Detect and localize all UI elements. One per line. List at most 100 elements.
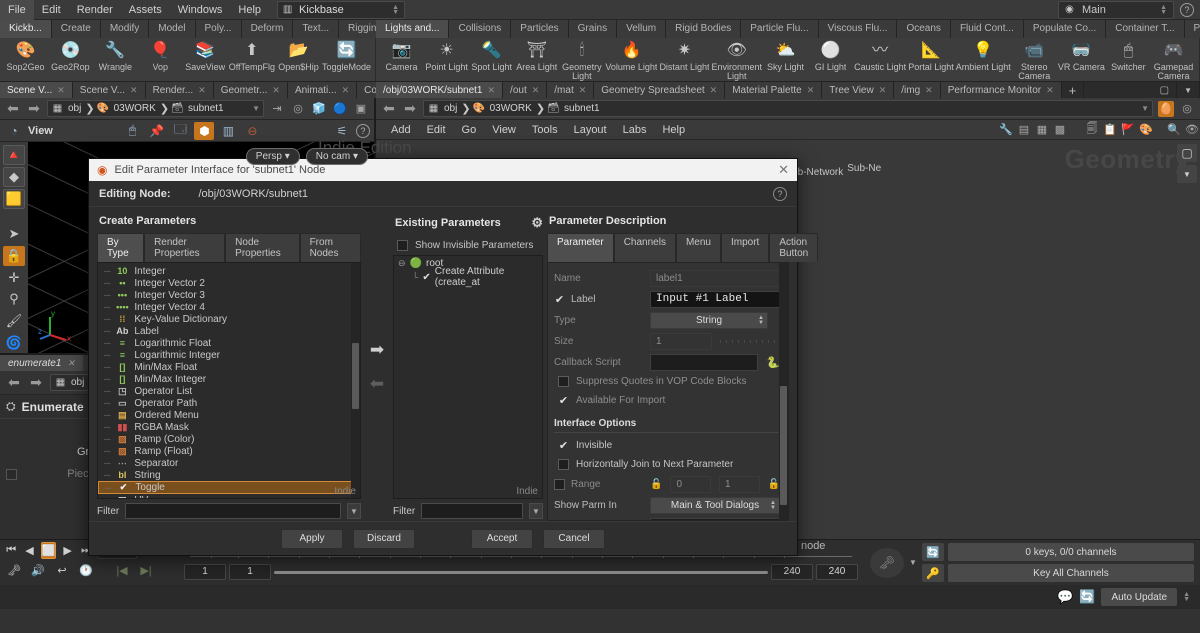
list-item[interactable]: ─ ▤ Ordered Menu bbox=[98, 409, 360, 421]
pane-tab-tree-view[interactable]: Tree View ✕ bbox=[822, 82, 895, 98]
shelf-tab-vellum[interactable]: Vellum bbox=[617, 20, 667, 38]
label-field[interactable]: Input #1 Label bbox=[650, 291, 780, 308]
menu-help[interactable]: Help bbox=[230, 0, 269, 20]
list-item[interactable]: ─ ≡ Logarithmic Float bbox=[98, 337, 360, 349]
net-pin-icon[interactable]: 🥚 bbox=[1158, 100, 1174, 117]
description-scrollbar[interactable] bbox=[779, 263, 788, 520]
shelf-tab-viscousfluids[interactable]: Viscous Flu... bbox=[818, 20, 898, 38]
shelf-item-spot-light[interactable]: 🔦 Spot Light bbox=[470, 40, 513, 72]
list-item[interactable]: ─ 10 Integer bbox=[98, 265, 360, 277]
net-menu-caret-icon[interactable]: ▼ bbox=[1177, 165, 1197, 183]
main-viewport-selector[interactable]: ◉ Main ▲ ▼ bbox=[1058, 0, 1174, 19]
pane-menu-icon-right[interactable]: ▼ bbox=[1177, 82, 1200, 98]
tree-row-create-attribute[interactable]: └ ✔ Create Attribute (create_at bbox=[394, 266, 542, 288]
list-item[interactable]: ─ ◳ Operator List bbox=[98, 385, 360, 397]
range-start-field[interactable]: 1 bbox=[184, 564, 226, 580]
size-field[interactable]: 1 bbox=[650, 333, 712, 350]
desktop-selector[interactable]: ▥ Kickbase ▲ ▼ bbox=[277, 0, 406, 19]
comment-icon[interactable]: 💬 bbox=[1057, 589, 1073, 605]
geometry-display-icon[interactable]: 🧊 bbox=[311, 101, 327, 117]
net-tool-list-icon[interactable]: ▤ bbox=[1016, 122, 1032, 138]
range-min-field[interactable]: 0 bbox=[670, 476, 711, 493]
select-arrow-icon[interactable]: ➤ bbox=[3, 224, 25, 244]
shelf-tab-populate[interactable]: Populate Co... bbox=[1023, 20, 1107, 38]
menu-file[interactable]: File bbox=[0, 0, 34, 20]
net-breadcrumb-obj[interactable]: obj bbox=[442, 103, 459, 114]
close-icon[interactable]: ✕ bbox=[272, 85, 280, 96]
suppress-quotes-checkbox[interactable] bbox=[558, 376, 569, 387]
shelf-item-stereo-camera[interactable]: 📹 Stereo Camera bbox=[1013, 40, 1056, 81]
tab-by-type[interactable]: By Type bbox=[97, 233, 145, 262]
clock-icon[interactable]: 🕐 bbox=[76, 562, 96, 579]
persp-selector[interactable]: Persp ▾ bbox=[245, 148, 300, 165]
list-item[interactable]: ─ ≡ Logarithmic Integer bbox=[98, 349, 360, 361]
shelf-tab-particlefluids[interactable]: Particle Flu... bbox=[741, 20, 819, 38]
list-scrollbar-thumb[interactable] bbox=[352, 342, 359, 409]
net-menu-tools[interactable]: Tools bbox=[525, 120, 565, 140]
key-all-channels-selector[interactable]: Key All Channels bbox=[947, 564, 1194, 582]
shelf-item-switcher[interactable]: 🖱 Switcher bbox=[1107, 40, 1150, 72]
net-tool-copy-icon[interactable]: 🗐 bbox=[1084, 122, 1100, 138]
auto-update-spinner-icon[interactable]: ▲ ▼ bbox=[1183, 591, 1192, 603]
keyframe-channels-icon[interactable]: 🔄 bbox=[921, 543, 944, 561]
net-menu-layout[interactable]: Layout bbox=[567, 120, 614, 140]
shelf-tab-particles[interactable]: Particles bbox=[511, 20, 569, 38]
pin-icon[interactable]: ⇥ bbox=[269, 101, 285, 117]
pane-tab-subnet1[interactable]: /obj/03WORK/subnet1 ✕ bbox=[376, 82, 504, 98]
shelf-item-geometry-light[interactable]: 🕯 Geometry Light bbox=[560, 40, 603, 81]
menu-windows[interactable]: Windows bbox=[170, 0, 231, 20]
param-forward-arrow-icon[interactable]: ➡ bbox=[28, 374, 44, 391]
tab-node-properties[interactable]: Node Properties bbox=[225, 233, 300, 262]
net-forward-arrow-icon[interactable]: ➡ bbox=[402, 100, 418, 117]
description-scrollbar-thumb[interactable] bbox=[780, 386, 787, 505]
shelf-tab-text[interactable]: Text... bbox=[293, 20, 340, 38]
tab-parameter[interactable]: Parameter bbox=[547, 233, 614, 262]
list-item[interactable]: ─ ▨ Ramp (Float) bbox=[98, 445, 360, 457]
param-back-arrow-icon[interactable]: ⬅ bbox=[6, 374, 22, 391]
view-settings-icon[interactable]: ⚟ bbox=[332, 122, 352, 140]
shelf-item-volume-light[interactable]: 🔥 Volume Light bbox=[605, 40, 657, 72]
display-options-icon[interactable]: 🗔 bbox=[170, 122, 190, 140]
pane-tab-scene-view-2[interactable]: Scene V... ✕ bbox=[72, 82, 146, 98]
jump-start-icon[interactable]: ⏮ bbox=[4, 542, 18, 559]
shelf-tab-grains[interactable]: Grains bbox=[568, 20, 618, 38]
breadcrumb-obj[interactable]: obj bbox=[66, 103, 83, 114]
close-icon[interactable]: ✕ bbox=[57, 85, 65, 96]
shelf-item-point-light[interactable]: ☀ Point Light bbox=[425, 40, 468, 72]
net-layout-icon[interactable]: ▢ bbox=[1177, 144, 1197, 162]
net-breadcrumb-dropdown-icon[interactable]: ▼ bbox=[1141, 104, 1149, 113]
camera-selector[interactable]: No cam ▾ bbox=[305, 148, 368, 165]
list-item[interactable]: ─ Ab Label bbox=[98, 325, 360, 337]
undo-icon[interactable]: ↩ bbox=[52, 562, 72, 579]
shelf-tab-kickb[interactable]: Kickb... bbox=[0, 20, 52, 38]
paint-icon[interactable]: 🖌 bbox=[3, 311, 25, 331]
pane-tab-performance-monitor[interactable]: Performance Monitor ✕ bbox=[940, 82, 1062, 98]
close-icon[interactable]: ✕ bbox=[488, 85, 496, 96]
orbit-icon[interactable]: ⚲ bbox=[3, 290, 25, 310]
target-icon[interactable]: ◎ bbox=[290, 101, 306, 117]
accept-button[interactable]: Accept bbox=[471, 528, 533, 549]
net-menu-go[interactable]: Go bbox=[455, 120, 484, 140]
list-item-toggle-selected[interactable]: ─ ✔ Toggle bbox=[98, 481, 360, 494]
shelf-item-camera[interactable]: 📷 Camera bbox=[380, 40, 423, 72]
list-item[interactable]: ─ •• Integer Vector 2 bbox=[98, 277, 360, 289]
filter-dropdown-icon[interactable]: ▼ bbox=[347, 503, 361, 519]
shelf-tab-oceans[interactable]: Oceans bbox=[897, 20, 951, 38]
shelf-tab-fluidcontainers[interactable]: Fluid Cont... bbox=[950, 20, 1024, 38]
show-parm-select[interactable]: Main & Tool Dialogs ▲ ▼ bbox=[650, 497, 780, 514]
step-back-icon[interactable]: ◀ bbox=[22, 542, 36, 559]
range-start2-field[interactable]: 1 bbox=[229, 564, 271, 580]
pane-tab-render[interactable]: Render... ✕ bbox=[145, 82, 214, 98]
available-import-row[interactable]: ✔ Available For Import bbox=[554, 391, 780, 411]
shelf-tab-rigidbodies[interactable]: Rigid Bodies bbox=[666, 20, 742, 38]
prev-key-icon[interactable]: |◀ bbox=[112, 562, 132, 579]
tab-import[interactable]: Import bbox=[720, 233, 770, 262]
net-tool-grid-icon[interactable]: ▦ bbox=[1034, 122, 1050, 138]
close-icon[interactable]: ✕ bbox=[710, 85, 718, 96]
close-icon[interactable]: ✕ bbox=[879, 85, 887, 96]
shelf-item-saveview[interactable]: 📚 SaveView bbox=[184, 40, 227, 72]
shelf-item-vr-camera[interactable]: 🥽 VR Camera bbox=[1058, 40, 1105, 72]
hjoin-checkbox[interactable] bbox=[558, 459, 569, 470]
pane-tab-scene-view-1[interactable]: Scene V... ✕ bbox=[0, 82, 73, 98]
help-icon[interactable]: ? bbox=[1180, 2, 1194, 17]
